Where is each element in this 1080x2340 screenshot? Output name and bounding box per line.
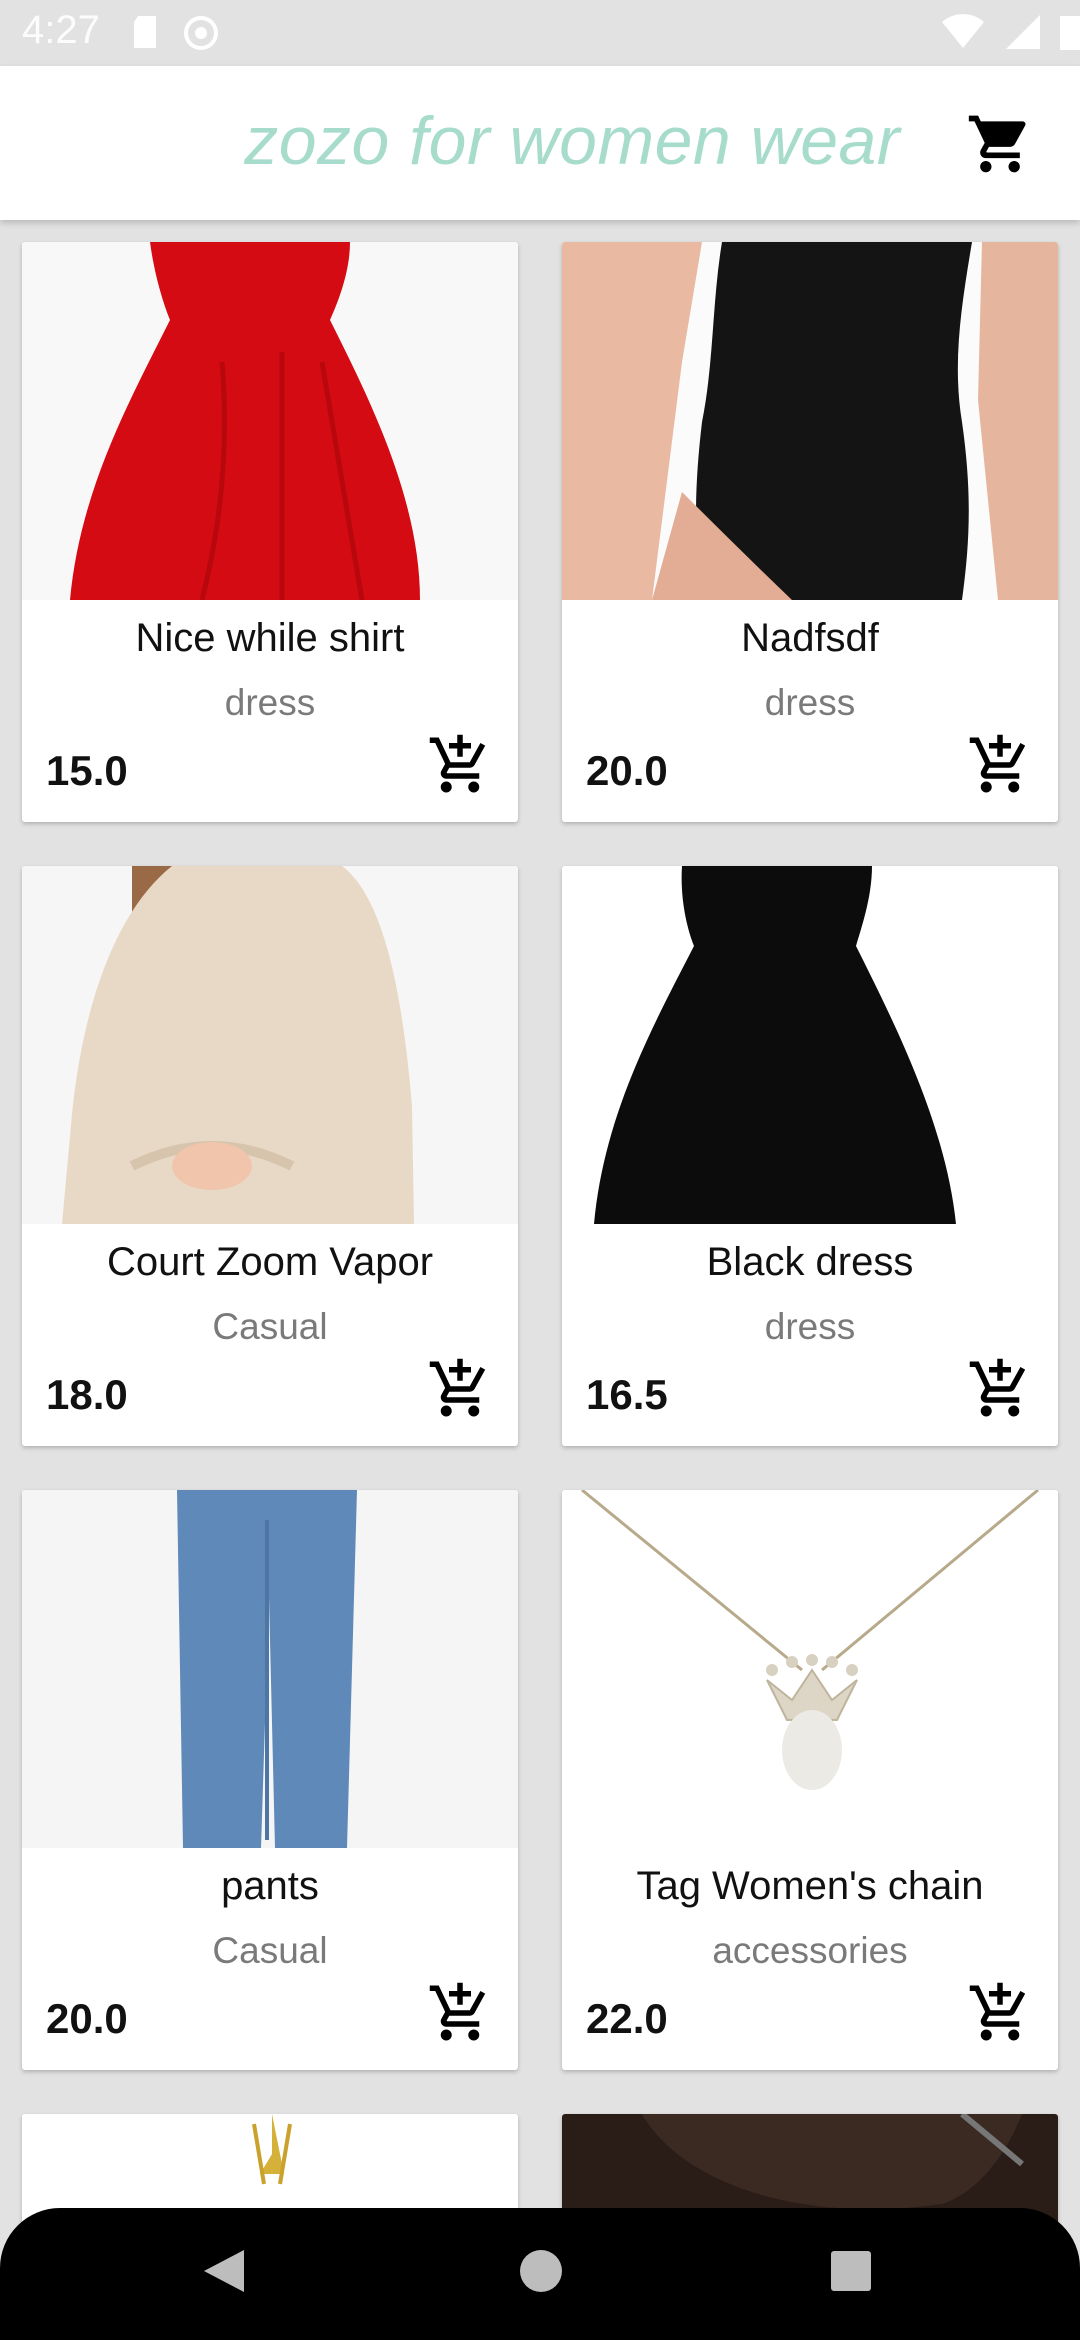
recents-icon[interactable] xyxy=(828,2246,874,2296)
product-price: 18.0 xyxy=(46,1371,128,1418)
product-card[interactable]: Nice while shirt dress 15.0 xyxy=(22,242,518,822)
product-price: 15.0 xyxy=(46,747,128,794)
status-bar: 4:27 xyxy=(0,0,1080,66)
product-price: 20.0 xyxy=(46,1995,128,2042)
product-image xyxy=(562,1490,1058,1848)
product-name: Nice while shirt xyxy=(135,616,405,660)
add-to-cart-icon[interactable] xyxy=(427,1356,493,1422)
system-nav-bar xyxy=(0,2208,1080,2340)
product-category: dress xyxy=(764,1306,856,1347)
product-image xyxy=(562,242,1058,600)
product-image xyxy=(562,866,1058,1224)
battery-icon xyxy=(1060,16,1080,50)
wifi-icon xyxy=(942,14,984,48)
product-price: 22.0 xyxy=(586,1995,668,2042)
sync-icon xyxy=(184,16,218,50)
app-bar: zozo for women wear xyxy=(0,66,1080,220)
cart-icon[interactable] xyxy=(966,110,1034,178)
product-card[interactable]: Tag Women's chain accessories 22.0 xyxy=(562,1490,1058,2070)
product-category: dress xyxy=(224,682,316,723)
product-price: 20.0 xyxy=(586,747,668,794)
status-time: 4:27 xyxy=(22,8,100,52)
add-to-cart-icon[interactable] xyxy=(967,732,1033,798)
product-price: 16.5 xyxy=(586,1371,668,1418)
add-to-cart-icon[interactable] xyxy=(967,1980,1033,2046)
product-name: Court Zoom Vapor xyxy=(106,1240,434,1284)
back-icon[interactable] xyxy=(200,2246,246,2296)
product-image xyxy=(22,242,518,600)
add-to-cart-icon[interactable] xyxy=(427,1980,493,2046)
signal-icon xyxy=(1006,15,1040,49)
product-category: accessories xyxy=(712,1930,908,1971)
app-title: zozo for women wear xyxy=(244,103,900,179)
product-image xyxy=(22,1490,518,1848)
home-icon[interactable] xyxy=(518,2246,564,2296)
product-category: Casual xyxy=(212,1930,328,1971)
product-card[interactable]: Nadfsdf dress 20.0 xyxy=(562,242,1058,822)
product-card[interactable]: Court Zoom Vapor Casual 18.0 xyxy=(22,866,518,1446)
add-to-cart-icon[interactable] xyxy=(967,1356,1033,1422)
product-category: Casual xyxy=(212,1306,328,1347)
product-category: dress xyxy=(764,682,856,723)
product-card[interactable]: Black dress dress 16.5 xyxy=(562,866,1058,1446)
product-name: Black dress xyxy=(706,1240,914,1284)
product-name: Tag Women's chain xyxy=(636,1864,984,1908)
product-name: Nadfsdf xyxy=(741,616,879,660)
product-card[interactable]: pants Casual 20.0 xyxy=(22,1490,518,2070)
add-to-cart-icon[interactable] xyxy=(427,732,493,798)
product-name: pants xyxy=(221,1864,319,1908)
sd-card-icon xyxy=(134,16,156,48)
product-image xyxy=(22,866,518,1224)
